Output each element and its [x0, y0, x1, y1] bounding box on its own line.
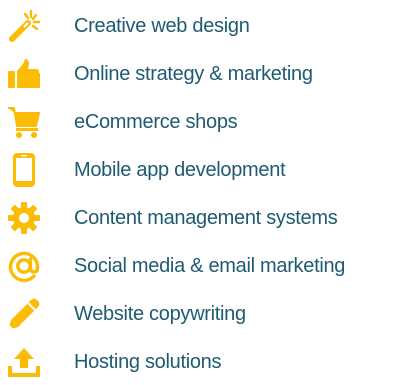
thumbs-up-icon [6, 56, 42, 92]
service-item-mobile-app-development: Mobile app development [0, 148, 396, 192]
shopping-cart-icon [6, 104, 42, 140]
service-label: Website copywriting [74, 303, 246, 325]
service-label: eCommerce shops [74, 111, 238, 133]
service-item-creative-web-design: Creative web design [0, 4, 396, 48]
service-label: Creative web design [74, 15, 250, 37]
service-item-social-media: Social media & email marketing [0, 244, 396, 288]
service-item-online-strategy: Online strategy & marketing [0, 52, 396, 96]
pencil-icon [6, 296, 42, 332]
service-label: Content management systems [74, 207, 338, 229]
at-sign-icon [6, 248, 42, 284]
service-item-content-management: Content management systems [0, 196, 396, 240]
service-item-ecommerce-shops: eCommerce shops [0, 100, 396, 144]
service-label: Online strategy & marketing [74, 63, 313, 85]
service-label: Mobile app development [74, 159, 286, 181]
service-item-website-copywriting: Website copywriting [0, 292, 396, 336]
smartphone-icon [6, 152, 42, 188]
services-list: Creative web design Online strategy & ma… [0, 0, 396, 385]
service-label: Social media & email marketing [74, 255, 346, 277]
magic-wand-icon [6, 8, 42, 44]
upload-icon [6, 344, 42, 380]
service-item-hosting-solutions: Hosting solutions [0, 340, 396, 384]
service-label: Hosting solutions [74, 351, 222, 373]
gear-icon [6, 200, 42, 236]
